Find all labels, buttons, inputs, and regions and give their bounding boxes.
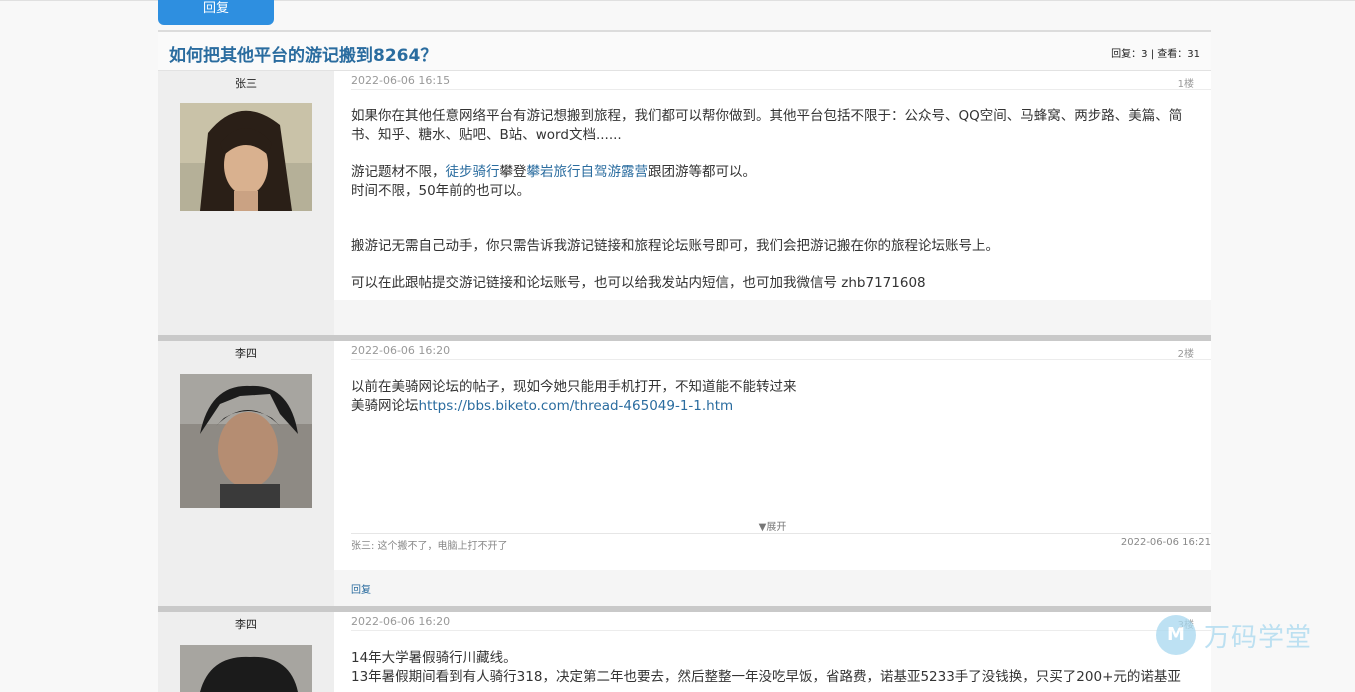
post-meta: 2022-06-06 16:20 2楼 <box>351 341 1211 360</box>
post-body: 2022-06-06 16:20 2楼 以前在美骑网论坛的帖子，现如今她只能用手… <box>334 341 1211 606</box>
post-footer <box>334 300 1211 335</box>
paragraph: 时间不限，50年前的也可以。 <box>351 182 531 199</box>
thread-title: 如何把其他平台的游记搬到8264？ <box>169 46 438 66</box>
post-1: 张三 2022-06-06 16:15 1楼 如果你在其他任意网络平台有游记想搬… <box>158 71 1211 335</box>
post-meta: 2022-06-06 16:15 1楼 <box>351 71 1211 90</box>
text-segment: 游记题材不限， <box>351 164 446 180</box>
post-3: 李四 2022-06-06 16:20 3楼 14年大学暑假骑行川藏线。 13年… <box>158 612 1211 692</box>
text-segment: 攀登 <box>499 164 527 180</box>
paragraph-blank <box>351 144 1201 163</box>
reply-button-label: 回复 <box>202 1 229 16</box>
text-segment: 跟团游等都可以。 <box>648 164 756 180</box>
thread-title-bar: 如何把其他平台的游记搬到8264？ 回复：3 | 查看：31 <box>158 30 1211 71</box>
post-body: 2022-06-06 16:15 1楼 如果你在其他任意网络平台有游记想搬到旅程… <box>334 71 1211 335</box>
avatar[interactable] <box>180 374 312 508</box>
avatar-image-2 <box>180 374 312 508</box>
comment-time: 2022-06-06 16:21 <box>1120 537 1211 548</box>
paragraph: 如果你在其他任意网络平台有游记想搬到旅程，我们都可以帮你做到。其他平台包括不限于… <box>351 108 1183 143</box>
paragraph-blank <box>351 200 1201 237</box>
avatar-image-1 <box>180 103 312 211</box>
comment-text: 张三: 这个搬不了，电脑上打不开了 <box>351 541 508 552</box>
paragraph: 14年大学暑假骑行川藏线。 <box>351 650 517 666</box>
forum-link[interactable]: https://bbs.biketo.com/thread-465049-1-1… <box>419 398 734 414</box>
post-meta: 2022-06-06 16:20 3楼 <box>351 612 1211 631</box>
tag-link-hiking[interactable]: 徒步骑行 <box>446 164 500 180</box>
avatar[interactable] <box>180 103 312 211</box>
comment: 张三: 这个搬不了，电脑上打不开了 2022-06-06 16:21 <box>351 533 1211 553</box>
post-2: 李四 2022-06-06 16:20 2楼 以前在美骑网论坛的帖子，现如今她只… <box>158 341 1211 606</box>
post-author-panel: 张三 <box>158 71 334 335</box>
author-name[interactable]: 李四 <box>158 345 334 361</box>
watermark: M 万码学堂 <box>1156 615 1312 655</box>
avatar[interactable] <box>180 645 312 692</box>
paragraph-link: 美骑网论坛https://bbs.biketo.com/thread-46504… <box>351 397 1201 416</box>
paragraph: 搬游记无需自己动手，你只需告诉我游记链接和旅程论坛账号即可，我们会把游记搬在你的… <box>351 238 999 254</box>
avatar-image-3 <box>180 645 312 692</box>
paragraph: 以前在美骑网论坛的帖子，现如今她只能用手机打开，不知道能不能转过来 <box>351 379 797 395</box>
floor-number[interactable]: 2楼 <box>1178 345 1194 360</box>
floor-number[interactable]: 1楼 <box>1178 75 1194 90</box>
post-author-panel: 李四 <box>158 341 334 606</box>
paragraph-topics: 游记题材不限，徒步骑行攀登攀岩旅行自驾游露营跟团游等都可以。 <box>351 163 1201 182</box>
text-segment: 美骑网论坛 <box>351 397 419 414</box>
post-footer: 回复 <box>334 570 1211 606</box>
post-content: 以前在美骑网论坛的帖子，现如今她只能用手机打开，不知道能不能转过来 美骑网论坛h… <box>351 378 1201 415</box>
thread-stats: 回复：3 | 查看：31 <box>1111 49 1200 60</box>
expand-button[interactable]: ▼展开 <box>334 518 1211 533</box>
tag-link-climbing[interactable]: 攀岩旅行自驾游露营 <box>527 164 649 180</box>
post-content: 14年大学暑假骑行川藏线。 13年暑假期间看到有人骑行318，决定第二年也要去，… <box>351 649 1201 686</box>
reply-button-top[interactable]: 回复 <box>158 0 274 25</box>
post-body: 2022-06-06 16:20 3楼 14年大学暑假骑行川藏线。 13年暑假期… <box>334 612 1211 692</box>
thread-container: 如何把其他平台的游记搬到8264？ 回复：3 | 查看：31 张三 2022-0… <box>158 30 1211 692</box>
watermark-logo-icon: M <box>1156 615 1196 655</box>
reply-link[interactable]: 回复 <box>351 581 371 596</box>
author-name[interactable]: 张三 <box>158 75 334 91</box>
paragraph: 可以在此跟帖提交游记链接和论坛账号，也可以给我发站内短信，也可加我微信号 zhb… <box>351 274 926 291</box>
post-time: 2022-06-06 16:20 <box>351 615 451 628</box>
post-author-panel: 李四 <box>158 612 334 692</box>
watermark-text: 万码学堂 <box>1204 622 1313 653</box>
paragraph-blank <box>351 256 1201 274</box>
post-content: 如果你在其他任意网络平台有游记想搬到旅程，我们都可以帮你做到。其他平台包括不限于… <box>351 107 1201 292</box>
author-name[interactable]: 李四 <box>158 616 334 632</box>
post-time: 2022-06-06 16:20 <box>351 344 451 357</box>
paragraph: 13年暑假期间看到有人骑行318，决定第二年也要去，然后整整一年没吃早饭，省路费… <box>351 668 1181 685</box>
post-time: 2022-06-06 16:15 <box>351 74 451 87</box>
